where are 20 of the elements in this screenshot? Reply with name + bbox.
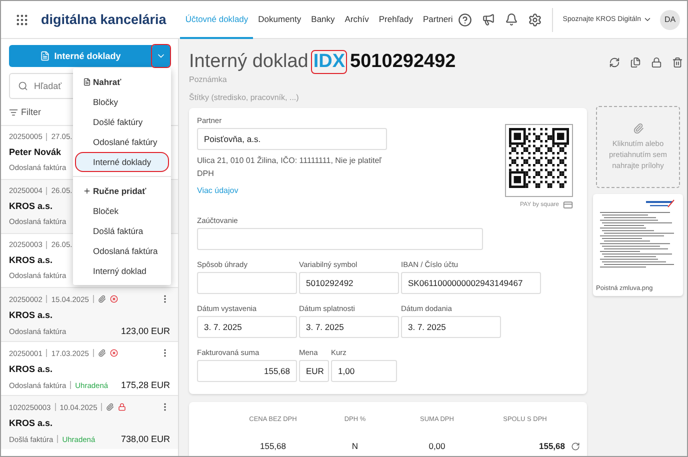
partner-name: KROS a.s. — [9, 255, 53, 265]
table-cell-text: 155,68 — [538, 441, 565, 451]
partner-name: Peter Novák — [9, 147, 62, 157]
document-code: IDX — [312, 51, 346, 73]
document-amount: 123,00 EUR — [120, 326, 170, 336]
menu-heading-label: Nahrať — [93, 77, 122, 87]
app-logo: digitálna kancelária — [41, 12, 166, 27]
partner-name: KROS a.s. — [9, 364, 53, 374]
document-number: 5010292492 — [350, 51, 456, 73]
table-cell-text: 155,68 — [259, 441, 287, 451]
partner-name: KROS a.s. — [9, 418, 53, 428]
document-amount: 738,00 EUR — [120, 434, 170, 444]
table-cell-text: 0,00 — [428, 441, 446, 451]
partner-name: KROS a.s. — [9, 201, 53, 211]
document-title: Interný doklad — [189, 51, 308, 73]
partner-name: KROS a.s. — [9, 310, 53, 320]
menu-heading-label: Ručne pridať — [93, 186, 146, 196]
partner-address: Ulica 21, 010 01 Žilina, IČO: 11111111, Nie je platiteľ DPH — [197, 155, 383, 180]
document-amount: 175,28 EUR — [120, 380, 170, 390]
table-cell-text: N — [350, 441, 360, 451]
